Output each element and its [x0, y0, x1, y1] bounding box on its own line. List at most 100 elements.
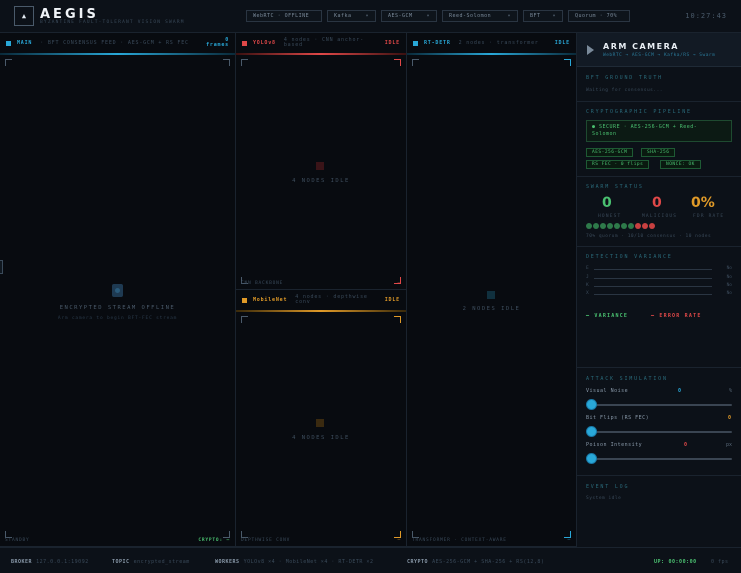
offline-title: ENCRYPTED STREAM OFFLINE	[59, 305, 176, 311]
quorum-pill[interactable]: Quorum · 70%	[568, 10, 630, 22]
workers-value: YOLOv8 ×4 · MobileNet ×4 · RT-DETR ×2	[243, 559, 374, 565]
pill-label: BFT	[530, 13, 541, 19]
broker-label: BROKER	[11, 559, 33, 565]
malicious-count: 0	[652, 195, 662, 211]
attack-section-title: ATTACK SIMULATION	[586, 376, 668, 382]
crypto-state-value: —	[226, 538, 230, 543]
variance-value: No	[726, 266, 732, 271]
crypto-section-title: CRYPTOGRAPHIC PIPELINE	[586, 109, 692, 115]
chevron-down-icon: ▾	[552, 13, 556, 19]
panel-desc: 4 nodes · depthwise conv	[295, 294, 368, 305]
panel-name: MobileNet	[253, 297, 288, 303]
aes-gcm-dropdown[interactable]: AES-GCM ▾	[381, 10, 437, 22]
bit-flips-slider[interactable]	[586, 426, 732, 437]
frame-label: frames	[206, 42, 229, 48]
variance-value: No	[726, 275, 732, 280]
poison-intensity-slider[interactable]	[586, 453, 732, 464]
arm-camera-button[interactable]: ARM CAMERA WebRTC → AES-GCM → Kafka/RS →…	[577, 33, 741, 67]
panel-desc: · BFT CONSENSUS FEED · AES-GCM + RS FEC	[40, 39, 189, 46]
bft-dropdown[interactable]: BFT ▾	[523, 10, 563, 22]
crypto-state-label: CRYPTO:	[198, 538, 223, 543]
slider-thumb[interactable]	[586, 426, 597, 437]
fdr-label: FDR RATE	[693, 214, 725, 219]
fps-value: 0 fps	[711, 559, 729, 565]
arm-camera-pipeline: WebRTC → AES-GCM → Kafka/RS → Swarm	[603, 53, 716, 58]
variance-label: K	[586, 283, 589, 288]
frame-corner	[394, 531, 401, 538]
kafka-dropdown[interactable]: Kafka ▾	[327, 10, 376, 22]
fps-counter: 0 fps	[711, 559, 729, 565]
variance-bar	[594, 294, 712, 295]
pill-label: Kafka	[334, 13, 352, 19]
nodes-idle-text: 2 NODES IDLE	[462, 306, 521, 312]
node-icon	[316, 162, 324, 170]
frame-corner	[241, 531, 248, 538]
frame-corner	[5, 59, 12, 66]
node-dots	[586, 223, 655, 229]
honest-node-dot	[614, 223, 620, 229]
panel-header: YOLOv8 4 nodes · CNN anchor-based IDLE	[236, 33, 406, 53]
slider-thumb[interactable]	[586, 399, 597, 410]
accent-line	[236, 310, 406, 312]
variance-row: X No	[586, 291, 732, 297]
honest-label: HONEST	[598, 214, 622, 219]
panel-name: YOLOv8	[253, 40, 276, 46]
frame-corner	[5, 531, 12, 538]
divider	[577, 176, 741, 177]
divider	[577, 475, 741, 476]
divider	[577, 367, 741, 368]
variance-row: J No	[586, 275, 732, 281]
honest-node-dot	[607, 223, 613, 229]
crypto-status: CRYPTO AES-256-GCM + SHA-256 + RS(12,8)	[407, 559, 544, 565]
honest-count: 0	[602, 195, 612, 211]
variance-section-title: DETECTION VARIANCE	[586, 254, 673, 260]
variance-label: E	[586, 266, 589, 271]
nodes-idle-text: 4 NODES IDLE	[292, 435, 350, 441]
play-icon	[587, 45, 594, 55]
slider-value: 0	[678, 388, 682, 394]
malicious-node-dot	[642, 223, 648, 229]
frame-corner	[412, 531, 419, 538]
panel-desc: 4 nodes · CNN anchor-based	[283, 37, 364, 48]
frame-corner	[223, 59, 230, 66]
broker-value: 127.0.0.1:19092	[36, 559, 89, 565]
slider-thumb[interactable]	[586, 453, 597, 464]
chevron-down-icon: ▾	[426, 13, 430, 19]
node-icon	[316, 419, 324, 427]
panel-state: IDLE	[554, 40, 570, 46]
bft-status-text: Waiting for consensus...	[586, 88, 664, 93]
chevron-down-icon: ▾	[507, 13, 511, 19]
slider-value: 0	[728, 415, 732, 421]
collapse-handle[interactable]	[0, 260, 3, 274]
pill-label: WebRTC · OFFLINE	[253, 13, 310, 19]
secure-status-box: ● SECURE · AES-256-GCM + Reed- Solomon	[586, 120, 732, 142]
model-result: —	[397, 538, 401, 543]
crypto-state: CRYPTO: —	[198, 538, 230, 543]
slider-label: Bit Flips (RS FEC)	[586, 415, 650, 421]
event-log-text: System idle	[586, 496, 622, 501]
broker-status: BROKER 127.0.0.1:19092	[11, 559, 89, 565]
panel-header: MAIN · BFT CONSENSUS FEED · AES-GCM + RS…	[0, 33, 235, 53]
legend-variance: ━ VARIANCE	[586, 313, 629, 319]
fdr-rate: 0%	[691, 195, 715, 211]
uptime-value: 00:00:00	[668, 559, 697, 565]
pill-label: AES-GCM	[388, 13, 413, 19]
panel-name: RT-DETR	[424, 40, 451, 46]
variance-value: No	[726, 283, 732, 288]
topic-status: TOPIC encrypted_stream	[112, 559, 190, 565]
reed-solomon-dropdown[interactable]: Reed-Solomon ▾	[442, 10, 518, 22]
lock-icon	[112, 284, 123, 297]
stream-state: STANDBY	[5, 538, 30, 543]
logo-glyph: ▲	[21, 12, 27, 20]
visual-noise-slider[interactable]	[586, 399, 732, 410]
frame-counter: 0 frames	[206, 38, 229, 48]
slider-unit: %	[728, 388, 732, 394]
pill-label: Reed-Solomon	[449, 13, 492, 19]
model-result: —	[397, 281, 401, 286]
secure-status-line: ● SECURE · AES-256-GCM + Reed-	[592, 124, 698, 130]
topic-label: TOPIC	[112, 559, 130, 565]
bft-section-title: BFT GROUND TRUTH	[586, 75, 663, 81]
panel-name: MAIN	[17, 40, 33, 46]
webrtc-status-pill[interactable]: WebRTC · OFFLINE	[246, 10, 322, 22]
swarm-summary: 70% quorum · 10/10 consensus · 10 nodes	[586, 234, 712, 239]
